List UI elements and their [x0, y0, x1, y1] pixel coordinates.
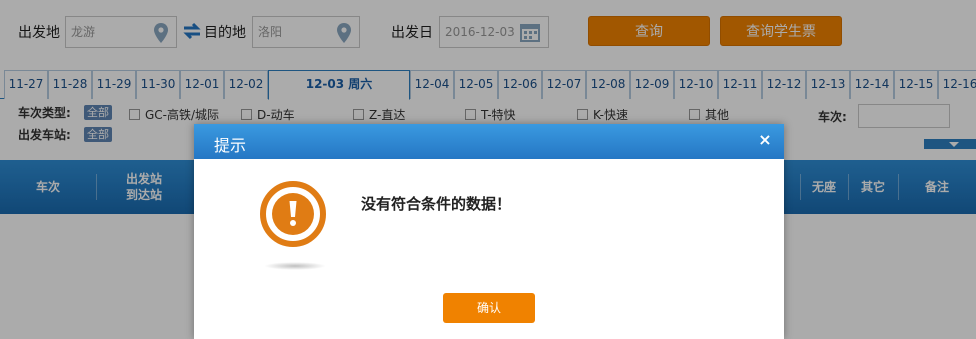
alert-dialog: 提示 × 没有符合条件的数据！ 确认	[194, 124, 784, 339]
exclamation-icon	[258, 179, 328, 252]
dialog-message: 没有符合条件的数据！	[361, 195, 512, 213]
confirm-button[interactable]: 确认	[443, 293, 535, 323]
close-icon[interactable]: ×	[757, 131, 773, 149]
icon-shadow	[264, 262, 326, 270]
dialog-title: 提示	[214, 136, 247, 155]
dialog-header: 提示 ×	[194, 124, 784, 159]
